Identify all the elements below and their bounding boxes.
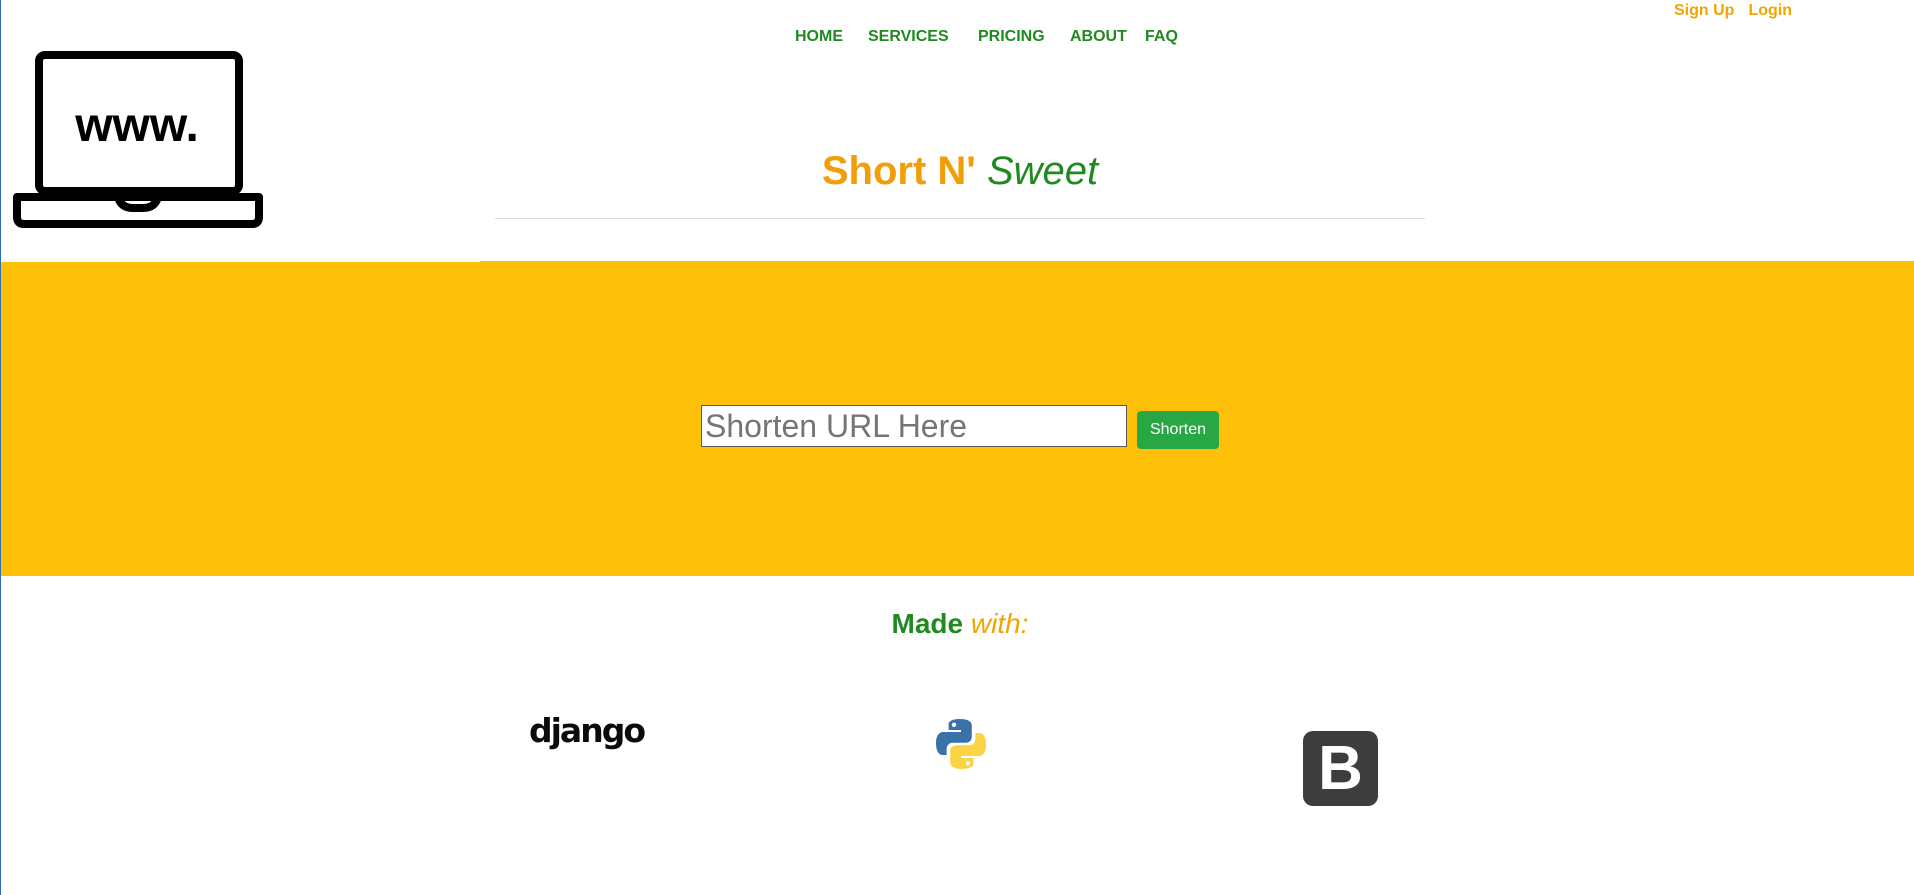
brand-short: Short N' [821, 149, 976, 193]
made-with-heading: Made with: [0, 606, 1914, 642]
bootstrap-icon: B [1303, 731, 1378, 806]
made-word: Made [891, 608, 964, 639]
laptop-icon[interactable]: www. [13, 50, 263, 233]
nav-services[interactable]: SERVICES [868, 28, 949, 46]
hero-edge [1, 260, 480, 262]
nav-faq[interactable]: FAQ [1145, 28, 1178, 46]
header-divider [495, 218, 1425, 219]
with-word: with: [970, 608, 1029, 639]
shorten-button[interactable]: Shorten [1137, 411, 1219, 449]
logo-text: www. [74, 99, 199, 152]
nav-home[interactable]: HOME [795, 28, 843, 46]
django-logo: django [529, 711, 646, 750]
python-icon [934, 717, 988, 776]
signup-link[interactable]: Sign Up [1674, 2, 1734, 20]
brand-title: Short N' Sweet [0, 147, 1914, 195]
url-input[interactable] [701, 405, 1127, 447]
nav-pricing[interactable]: PRICING [978, 28, 1045, 46]
brand-sweet: Sweet [986, 149, 1099, 193]
nav-about[interactable]: ABOUT [1070, 28, 1127, 46]
auth-links: Sign Up Login [1674, 2, 1792, 20]
login-link[interactable]: Login [1748, 2, 1792, 20]
